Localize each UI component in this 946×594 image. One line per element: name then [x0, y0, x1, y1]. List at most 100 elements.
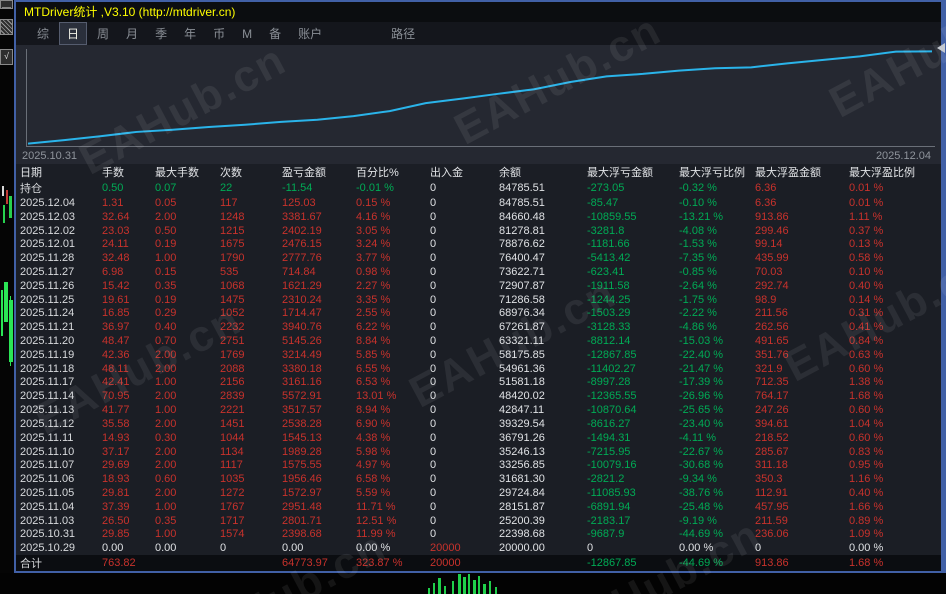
menu-item-3[interactable]: 周 [90, 23, 116, 44]
table-row[interactable]: 2025.11.18 48.11 2.00 2088 3380.18 6.55 % 0 549… [16, 362, 941, 376]
table-cell: -1.53 % [679, 238, 717, 251]
table-cell: -13.21 % [679, 210, 724, 223]
table-cell: 0 [430, 182, 437, 194]
menu-item-9[interactable]: 备 [262, 23, 288, 44]
table-row[interactable]: 2025.11.11 14.93 0.30 1044 1545.13 4.38 % 0 367… [16, 431, 941, 445]
table-cell: 2025.11.11 [20, 431, 74, 444]
table-cell: 5572.91 [282, 390, 322, 403]
table-cell: 913.86 [755, 557, 789, 570]
table-cell: 2025.10.31 [20, 528, 76, 541]
menu-item-5[interactable]: 季 [148, 23, 174, 44]
table-row[interactable]: 2025.11.27 6.98 0.15 535 714.84 0.98 % 0 73622.… [16, 265, 941, 279]
background-bottom-strip [0, 573, 946, 594]
table-cell: 4.97 % [356, 459, 391, 472]
table-row[interactable]: 2025.11.21 36.97 0.40 2232 3940.76 6.22 % 0 672… [16, 320, 941, 334]
draw-tool-icon[interactable] [0, 19, 13, 35]
table-row[interactable]: 2025.11.14 70.95 2.00 2839 5572.91 13.01 % 0 48… [16, 389, 941, 403]
menu-item-1[interactable]: 综 [30, 23, 56, 44]
table-cell: 0 [430, 307, 437, 320]
collapse-arrow-icon[interactable] [937, 43, 945, 53]
table-cell: 0 [220, 542, 227, 555]
column-header: 日期 [20, 167, 42, 179]
table-cell: 2025.11.06 [20, 473, 75, 486]
menu-item-7[interactable]: 币 [206, 23, 232, 44]
table-row[interactable]: 2025.11.19 42.36 2.00 1769 3214.49 5.85 % 0 581… [16, 348, 941, 362]
table-row[interactable]: 2025.11.26 15.42 0.35 1068 1621.29 2.27 % 0 729… [16, 279, 941, 293]
titlebar[interactable]: MTDriver统计 ,V3.10 (http://mtdriver.cn) [16, 2, 941, 22]
table-row[interactable]: 2025.11.10 37.17 2.00 1134 1989.28 5.98 % 0 352… [16, 445, 941, 459]
table-row[interactable]: 合计 763.82 64773.97 323.87 % 20000 -12867.85 -4… [16, 555, 941, 572]
menu-item-2[interactable]: 日 [59, 22, 88, 45]
table-cell: 2.00 [155, 390, 177, 403]
table-cell: -4.86 % [679, 321, 717, 334]
table-row[interactable]: 2025.11.28 32.48 1.00 1790 2777.76 3.77 % 0 764… [16, 251, 941, 265]
table-cell: -1244.25 [587, 293, 631, 306]
table-cell: -25.65 % [679, 404, 724, 417]
table-cell: 6.22 % [356, 321, 391, 334]
table-cell: 0.84 % [849, 335, 884, 348]
table-row[interactable]: 2025.12.02 23.03 0.50 1215 2402.19 3.05 % 0 812… [16, 224, 941, 238]
menu-item-11[interactable]: 路径 [384, 23, 422, 44]
table-cell: 0 [430, 210, 437, 223]
menu-item-10[interactable]: 账户 [291, 23, 329, 44]
candlestick-fragment [489, 581, 491, 594]
menu-item-4[interactable]: 月 [119, 23, 145, 44]
table-cell: 1.68 % [849, 390, 884, 403]
table-cell: 5145.26 [282, 335, 322, 348]
table-cell: 14.93 [102, 431, 130, 444]
table-cell: 0 [430, 417, 437, 430]
minimize-icon[interactable]: — [0, 0, 13, 9]
table-row[interactable]: 2025.11.20 48.47 0.70 2751 5145.26 8.84 % 0 633… [16, 334, 941, 348]
table-cell: 2025.11.26 [20, 279, 75, 292]
table-cell: 1714.47 [282, 307, 322, 320]
table-cell: 63321.11 [499, 335, 545, 348]
table-row[interactable]: 2025.12.01 24.11 0.19 1675 2476.15 3.24 % 0 788… [16, 237, 941, 251]
table-cell: 32.64 [102, 210, 130, 223]
table-cell: 48.47 [102, 335, 130, 348]
table-row[interactable]: 2025.11.24 16.85 0.29 1052 1714.47 2.55 % 0 689… [16, 307, 941, 321]
candlestick-fragment [468, 574, 470, 594]
table-row[interactable]: 持仓 0.50 0.07 22 -11.54 -0.01 % 0 84785.51 -273.0… [16, 180, 941, 196]
table-row[interactable]: 2025.11.12 35.58 2.00 1451 2538.28 6.90 % 0 393… [16, 417, 941, 431]
table-row[interactable]: 2025.11.04 37.39 1.00 1767 2951.48 11.71 % 0 28… [16, 500, 941, 514]
table-cell: 0.13 % [849, 238, 884, 251]
table-row[interactable]: 2025.11.05 29.81 2.00 1272 1572.97 5.59 % 0 297… [16, 486, 941, 500]
table-row[interactable]: 2025.11.03 26.50 0.35 1717 2801.71 12.51 % 0 25… [16, 514, 941, 528]
table-row[interactable]: 2025.11.06 18.93 0.60 1035 1956.46 6.58 % 0 316… [16, 472, 941, 486]
table-cell: 70.03 [755, 265, 783, 278]
check-icon[interactable]: √ [0, 49, 13, 65]
table-cell: 211.56 [755, 307, 788, 320]
table-cell: 2402.19 [282, 224, 322, 237]
column-header: 次数 [220, 167, 242, 179]
table-cell: 37.39 [102, 500, 130, 513]
table-cell: -11.54 [282, 182, 313, 194]
table-row[interactable]: 2025.10.29 0.00 0.00 0 0.00 0.00 % 20000 20000.… [16, 541, 941, 555]
table-cell: -1911.58 [587, 279, 630, 292]
menu-item-6[interactable]: 年 [177, 23, 203, 44]
table-row[interactable]: 2025.11.07 29.69 2.00 1117 1575.55 4.97 % 0 332… [16, 458, 941, 472]
table-row[interactable]: 2025.12.03 32.64 2.00 1248 3381.67 4.16 % 0 846… [16, 210, 941, 224]
candlestick-fragment [2, 186, 4, 196]
table-row[interactable]: 2025.10.31 29.85 1.00 1574 2398.68 11.99 % 0 22… [16, 528, 941, 542]
table-row[interactable]: 2025.11.25 19.61 0.19 1475 2310.24 3.35 % 0 712… [16, 293, 941, 307]
table-cell: 6.36 [755, 182, 777, 194]
table-cell: 31681.30 [499, 473, 545, 486]
table-cell: 0.60 % [849, 362, 884, 375]
table-row[interactable]: 2025.11.13 41.77 1.00 2221 3517.57 8.94 % 0 428… [16, 403, 941, 417]
table-cell: 2025.11.28 [20, 252, 75, 265]
table-row[interactable]: 2025.11.17 42.41 1.00 2156 3161.16 6.53 % 0 515… [16, 376, 941, 390]
candlestick-fragment [478, 576, 480, 594]
table-cell: -2183.17 [587, 514, 631, 527]
table-cell: 71286.58 [499, 293, 545, 306]
menu-item-8[interactable]: M [235, 25, 259, 43]
table-cell: 78876.62 [499, 238, 545, 251]
table-row[interactable]: 2025.12.04 1.31 0.05 117 125.03 0.15 % 0 84785.… [16, 196, 941, 210]
table-cell: 0 [430, 431, 437, 444]
table-cell: 29.69 [102, 459, 130, 472]
table-cell: 2476.15 [282, 238, 322, 251]
candlestick-fragment [473, 580, 476, 594]
table-cell: -85.47 [587, 196, 619, 209]
table-cell: 5.85 % [356, 348, 391, 361]
table-cell: 8.94 % [356, 404, 391, 417]
table-cell: 13.01 % [356, 390, 397, 403]
